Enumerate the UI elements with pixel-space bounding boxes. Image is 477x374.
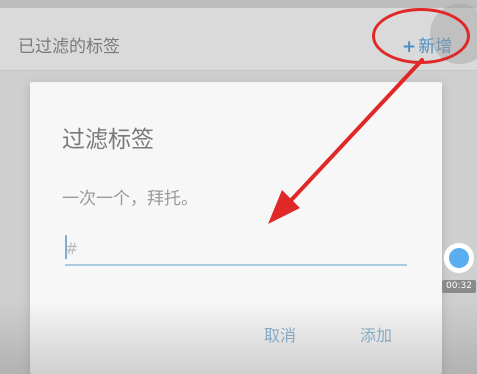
status-bar: [0, 0, 477, 8]
record-dot-icon[interactable]: [443, 242, 475, 274]
filter-tag-dialog: 过滤标签 一次一个，拜托。 取消 添加: [30, 82, 442, 374]
add-tag-label: 新增: [418, 37, 453, 57]
dialog-title: 过滤标签: [62, 127, 154, 153]
screen-recorder-widget[interactable]: 00:32: [441, 240, 477, 296]
confirm-add-button[interactable]: 添加: [360, 322, 392, 346]
add-tag-button[interactable]: + 新增: [402, 32, 452, 57]
text-cursor: [65, 235, 67, 259]
cancel-button[interactable]: 取消: [264, 322, 296, 346]
tag-input[interactable]: [65, 232, 407, 266]
record-dot-inner: [449, 248, 469, 268]
page-title: 已过滤的标签: [18, 37, 120, 57]
dialog-message: 一次一个，拜托。: [62, 189, 198, 209]
plus-icon: +: [402, 37, 417, 57]
header-bar: 已过滤的标签 + 新增: [0, 8, 477, 71]
recording-timer: 00:32: [442, 280, 476, 293]
